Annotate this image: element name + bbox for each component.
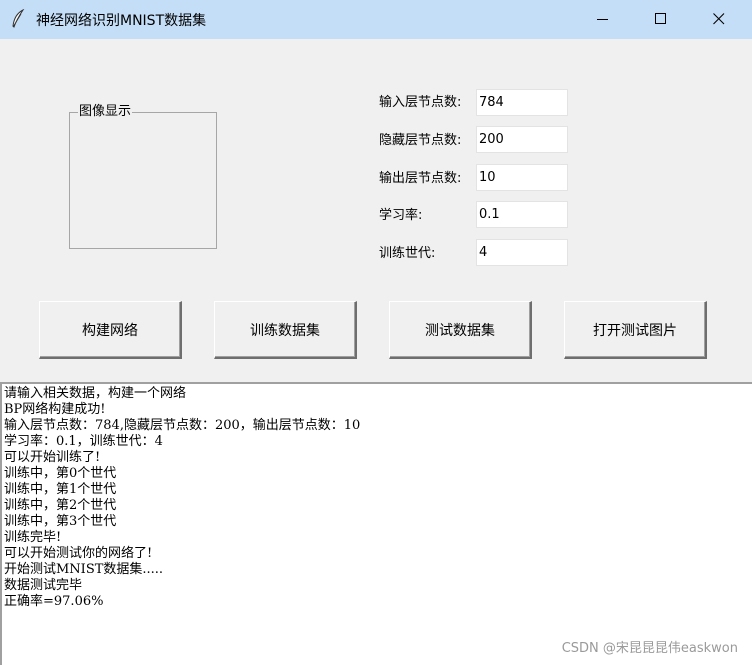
- build-network-button[interactable]: 构建网络: [39, 301, 182, 359]
- minimize-button[interactable]: [575, 0, 633, 39]
- open-test-image-button[interactable]: 打开测试图片: [564, 301, 707, 359]
- hidden-nodes-label: 隐藏层节点数:: [379, 133, 462, 148]
- close-icon: [713, 13, 725, 25]
- epochs-field[interactable]: [476, 239, 568, 266]
- output-log-lines: 请输入相关数据，构建一个网络 BP网络构建成功! 输入层节点数：784,隐藏层节…: [2, 386, 360, 610]
- feather-icon: [10, 8, 26, 29]
- log-line: 输入层节点数：784,隐藏层节点数：200，输出层节点数：10: [4, 418, 361, 433]
- input-nodes-field[interactable]: [476, 89, 568, 116]
- log-line: 数据测试完毕: [4, 578, 83, 593]
- output-nodes-field[interactable]: [476, 164, 568, 191]
- log-line: 训练完毕!: [4, 530, 62, 545]
- log-line: 开始测试MNIST数据集.....: [4, 562, 164, 577]
- learning-rate-label: 学习率:: [379, 208, 423, 223]
- watermark: CSDN @宋昆昆昆伟easkwon: [561, 641, 738, 656]
- maximize-icon: [655, 13, 666, 24]
- log-line: 训练中，第2个世代: [4, 498, 117, 513]
- output-nodes-label: 输出层节点数:: [379, 171, 462, 186]
- log-line: 学习率：0.1，训练世代：4: [4, 434, 163, 449]
- image-display-frame: [69, 112, 217, 249]
- log-line: 可以开始测试你的网络了!: [4, 546, 153, 561]
- train-dataset-button[interactable]: 训练数据集: [214, 301, 357, 359]
- hidden-nodes-field[interactable]: [476, 126, 568, 153]
- minimize-icon: [597, 19, 608, 20]
- title-bar[interactable]: 神经网络识别MNIST数据集: [0, 0, 752, 39]
- epochs-label: 训练世代:: [379, 246, 436, 261]
- output-log[interactable]: 请输入相关数据，构建一个网络 BP网络构建成功! 输入层节点数：784,隐藏层节…: [0, 382, 752, 665]
- log-line: 正确率=97.06%: [4, 594, 104, 609]
- log-line: BP网络构建成功!: [4, 402, 106, 417]
- log-line: 训练中，第1个世代: [4, 482, 117, 497]
- input-nodes-label: 输入层节点数:: [379, 95, 462, 110]
- image-display-label: 图像显示: [78, 104, 133, 120]
- log-line: 请输入相关数据，构建一个网络: [4, 386, 187, 401]
- learning-rate-field[interactable]: [476, 201, 568, 228]
- test-dataset-button[interactable]: 测试数据集: [389, 301, 532, 359]
- log-line: 训练中，第3个世代: [4, 514, 117, 529]
- log-line: 训练中，第0个世代: [4, 466, 117, 481]
- close-button[interactable]: [691, 0, 749, 39]
- maximize-button[interactable]: [633, 0, 691, 39]
- log-line: 可以开始训练了!: [4, 450, 101, 465]
- window-title: 神经网络识别MNIST数据集: [36, 13, 207, 29]
